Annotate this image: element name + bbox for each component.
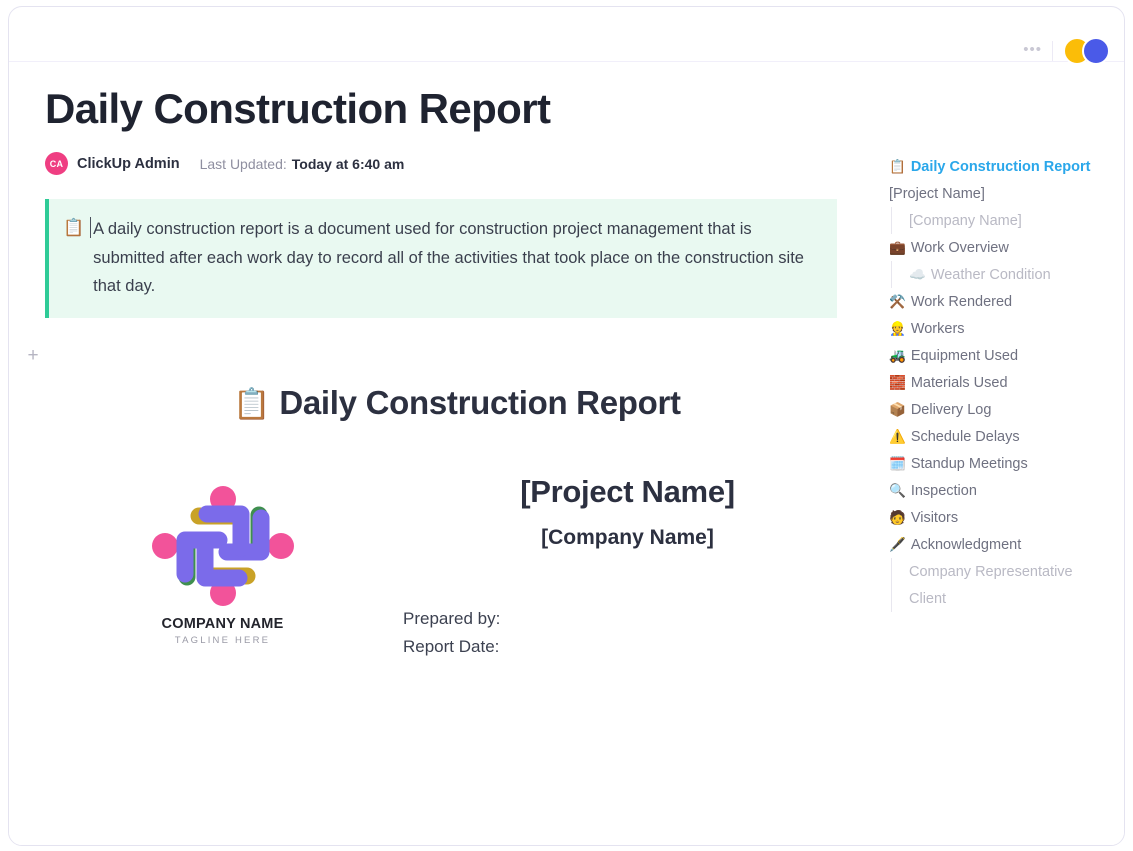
project-name-placeholder[interactable]: [Project Name] bbox=[400, 474, 855, 510]
toc-item-delivery-log[interactable]: 📦 Delivery Log bbox=[889, 396, 1114, 423]
toc-item-work-overview[interactable]: 💼 Work Overview bbox=[889, 234, 1114, 261]
toc-item-label: Delivery Log bbox=[910, 401, 992, 418]
author-name: ClickUp Admin bbox=[77, 155, 180, 172]
toc-item-materials-used[interactable]: 🧱 Materials Used bbox=[889, 369, 1114, 396]
toc-item-icon: 📦 bbox=[889, 401, 906, 417]
company-name-placeholder[interactable]: [Company Name] bbox=[400, 526, 855, 550]
toolbar-divider bbox=[1052, 41, 1053, 61]
toc-item-label: Weather Condition bbox=[930, 266, 1051, 283]
toc-item-label: Client bbox=[909, 590, 947, 607]
logo-company-name: COMPANY NAME bbox=[161, 616, 284, 633]
toc-item-company-name[interactable]: [Company Name] bbox=[891, 207, 1114, 234]
toc-item-weather-condition[interactable]: ☁️ Weather Condition bbox=[891, 261, 1114, 288]
top-bar: ••• bbox=[9, 7, 1124, 65]
table-of-contents: 📋 Daily Construction Report [Project Name]… bbox=[889, 153, 1114, 612]
document-body: Daily Construction Report CA ClickUp Adm… bbox=[45, 85, 855, 660]
toc-item-label: Standup Meetings bbox=[910, 455, 1028, 472]
toc-item-label: Work Rendered bbox=[910, 293, 1013, 310]
toc-item-label: Schedule Delays bbox=[910, 428, 1020, 445]
toc-item-label: Visitors bbox=[910, 509, 959, 526]
avatar[interactable]: CA bbox=[45, 152, 68, 176]
toc-item-label: Materials Used bbox=[910, 374, 1008, 391]
toc-item-standup-meetings[interactable]: 🗓️ Standup Meetings bbox=[889, 450, 1114, 477]
toc-item-icon: 🧑 bbox=[889, 509, 906, 525]
toc-item-label: Inspection bbox=[910, 482, 977, 499]
cover-fields: Prepared by: Report Date: bbox=[400, 605, 855, 659]
clipboard-icon: 📋 bbox=[63, 218, 85, 238]
document-scroll-area[interactable]: + Daily Construction Report CA ClickUp A… bbox=[9, 63, 1124, 845]
collaborator-avatars[interactable] bbox=[1063, 37, 1110, 65]
toc-item-icon: 🖋️ bbox=[889, 536, 906, 552]
page-title: Daily Construction Report bbox=[45, 85, 551, 132]
toc-item-label: [Company Name] bbox=[909, 212, 1022, 229]
toc-item-icon: ⚒️ bbox=[889, 293, 906, 309]
report-date-field[interactable]: Report Date: bbox=[403, 633, 855, 660]
toc-item-icon: ☁️ bbox=[909, 266, 926, 282]
callout-text[interactable]: A daily construction report is a documen… bbox=[90, 215, 819, 300]
cover-block: COMPANY NAME TAGLINE HERE [Project Name]… bbox=[45, 466, 855, 659]
toc-item-workers[interactable]: 👷 Workers bbox=[889, 315, 1114, 342]
document-meta: CA ClickUp Admin Last Updated: Today at … bbox=[45, 152, 855, 176]
toc-item-client[interactable]: Client bbox=[891, 585, 1114, 612]
cover-text-column: [Project Name] [Company Name] Prepared b… bbox=[400, 466, 855, 659]
report-heading: 📋 Daily Construction Report bbox=[45, 384, 855, 422]
toc-item-icon: 🧱 bbox=[889, 374, 906, 390]
toc-item-label: Work Overview bbox=[910, 239, 1009, 256]
avatar-blue[interactable] bbox=[1082, 37, 1110, 65]
toc-item-icon: 👷 bbox=[889, 320, 906, 336]
toc-item-icon: 🔍 bbox=[889, 482, 906, 498]
prepared-by-field[interactable]: Prepared by: bbox=[403, 605, 855, 632]
toc-item-icon: 📋 bbox=[889, 158, 906, 174]
toc-item-icon: 🚜 bbox=[889, 347, 906, 363]
toc-item-company-representative[interactable]: Company Representative bbox=[891, 558, 1114, 585]
app-window: ••• + Daily Construction Report CA Click… bbox=[8, 6, 1125, 846]
toc-item-work-rendered[interactable]: ⚒️ Work Rendered bbox=[889, 288, 1114, 315]
clipboard-icon: 📋 bbox=[233, 388, 271, 422]
top-bar-actions: ••• bbox=[1023, 37, 1110, 65]
toc-item-project-name[interactable]: [Project Name] bbox=[889, 180, 1114, 207]
more-options-icon[interactable]: ••• bbox=[1023, 46, 1042, 56]
toc-item-visitors[interactable]: 🧑 Visitors bbox=[889, 504, 1114, 531]
add-block-button[interactable]: + bbox=[23, 346, 43, 366]
callout-block[interactable]: 📋 A daily construction report is a docum… bbox=[45, 199, 837, 319]
company-logo bbox=[147, 482, 299, 610]
toc-item-acknowledgment[interactable]: 🖋️ Acknowledgment bbox=[889, 531, 1114, 558]
toc-item-label: Daily Construction Report bbox=[910, 158, 1091, 175]
last-updated-label: Last Updated: bbox=[199, 155, 287, 172]
toc-item-icon: 🗓️ bbox=[889, 455, 906, 471]
logo-column: COMPANY NAME TAGLINE HERE bbox=[45, 466, 400, 646]
toc-item-icon: ⚠️ bbox=[889, 428, 906, 444]
toc-item-icon: 💼 bbox=[889, 239, 906, 255]
toc-item-daily-construction-report[interactable]: 📋 Daily Construction Report bbox=[889, 153, 1114, 180]
toc-item-label: Equipment Used bbox=[910, 347, 1019, 364]
toc-item-label: Workers bbox=[910, 320, 965, 337]
toc-item-label: Company Representative bbox=[909, 563, 1073, 580]
toc-item-label: [Project Name] bbox=[889, 185, 985, 202]
last-updated-value: Today at 6:40 am bbox=[291, 155, 405, 172]
toc-item-equipment-used[interactable]: 🚜 Equipment Used bbox=[889, 342, 1114, 369]
toc-item-label: Acknowledgment bbox=[910, 536, 1022, 553]
toc-item-inspection[interactable]: 🔍 Inspection bbox=[889, 477, 1114, 504]
logo-graphic bbox=[151, 486, 294, 607]
toc-item-schedule-delays[interactable]: ⚠️ Schedule Delays bbox=[889, 423, 1114, 450]
report-heading-text: Daily Construction Report bbox=[279, 384, 681, 422]
logo-tagline: TAGLINE HERE bbox=[174, 635, 271, 647]
